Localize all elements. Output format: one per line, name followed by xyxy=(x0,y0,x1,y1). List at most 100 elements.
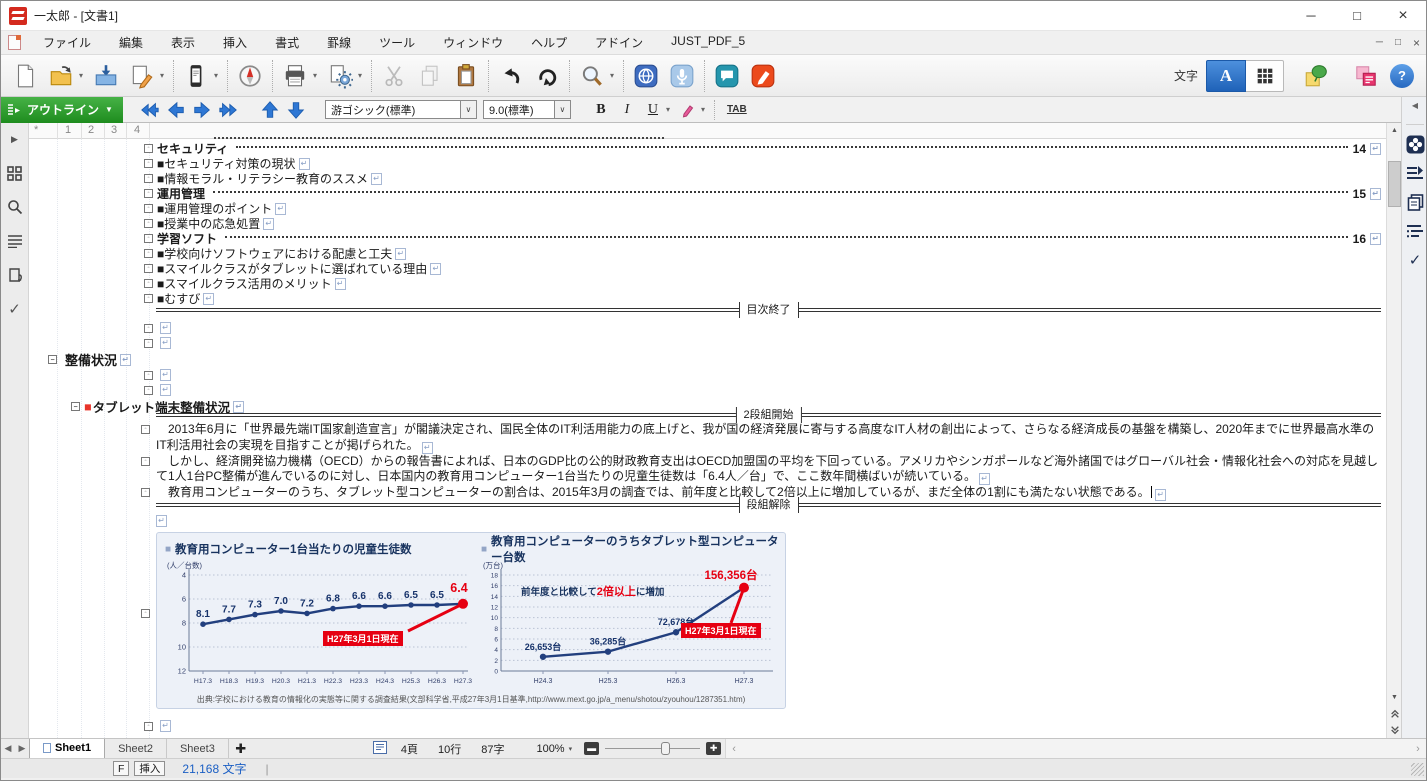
char-style-button[interactable]: A xyxy=(1206,60,1246,92)
toc-item[interactable]: ■学校向けソフトウェアにおける配慮と工夫 xyxy=(144,246,1381,261)
empty-paragraph[interactable] xyxy=(156,514,167,528)
menu-item-5[interactable]: 罫線 xyxy=(313,31,365,54)
zoom-level[interactable]: 100% xyxy=(536,743,564,755)
empty-paragraph[interactable] xyxy=(144,321,171,335)
viewer-dropdown-icon[interactable] xyxy=(214,58,223,94)
scroll-up-button[interactable]: ▲ xyxy=(1387,123,1402,138)
layout-parts-button[interactable] xyxy=(1348,58,1384,94)
outline-collapse-icon[interactable] xyxy=(144,324,153,333)
sheet-next-icon[interactable]: ▶ xyxy=(15,743,29,754)
balloon-note-button[interactable] xyxy=(1298,58,1334,94)
menu-item-10[interactable]: JUST_PDF_5 xyxy=(657,31,759,54)
page-down-button[interactable] xyxy=(1387,722,1402,737)
outline-collapse-icon[interactable] xyxy=(144,249,153,258)
heading-level1[interactable]: 整備状況 xyxy=(48,350,131,369)
empty-paragraph[interactable] xyxy=(144,719,171,733)
doc-minimize-button[interactable]: ─ xyxy=(1376,37,1383,48)
move-last-button[interactable] xyxy=(215,99,241,121)
menu-item-7[interactable]: ウィンドウ xyxy=(429,31,517,54)
levels-panel-icon[interactable] xyxy=(1405,221,1425,241)
sidebar-play-icon[interactable]: ▶ xyxy=(5,129,25,149)
body-paragraph[interactable]: しかし、経済開発協力機構（OECD）からの報告書によれば、日本のGDP比の公的財… xyxy=(141,454,1383,486)
menu-item-8[interactable]: ヘルプ xyxy=(517,31,581,54)
toc-item[interactable]: ■スマイルクラスがタブレットに選ばれている理由 xyxy=(144,261,1381,276)
maximize-button[interactable]: □ xyxy=(1334,1,1380,30)
move-prev-button[interactable] xyxy=(163,99,189,121)
outline-collapse-icon[interactable] xyxy=(144,264,153,273)
scrollbar-thumb[interactable] xyxy=(1388,161,1401,207)
document-canvas[interactable]: * 1234 セキュリティ14■セキュリティ対策の現状■情報モラル・リテラシー教… xyxy=(29,123,1386,738)
sidebar-search-icon[interactable] xyxy=(5,197,25,217)
view-mode-button[interactable]: アウトライン ▼ xyxy=(1,97,123,123)
sheet-tab-Sheet1[interactable]: Sheet1 xyxy=(29,739,105,759)
paste-button[interactable] xyxy=(448,58,484,94)
outline-collapse-icon[interactable] xyxy=(144,234,153,243)
brand-clover-icon[interactable] xyxy=(1405,134,1425,154)
empty-paragraph[interactable] xyxy=(144,368,171,382)
font-family-select[interactable]: 游ゴシック(標準) ∨ xyxy=(325,100,477,119)
save-as-button[interactable] xyxy=(124,58,160,94)
format-pen-button[interactable] xyxy=(675,99,701,121)
menu-item-6[interactable]: ツール xyxy=(365,31,429,54)
outline-collapse-icon[interactable] xyxy=(144,339,153,348)
menu-item-9[interactable]: アドイン xyxy=(581,31,657,54)
sidebar-check-icon[interactable]: ✓ xyxy=(5,299,25,319)
level-down-button[interactable] xyxy=(283,99,309,121)
tab-mark-button[interactable]: TAB xyxy=(727,104,747,115)
horizontal-scrollbar[interactable]: ‹ › xyxy=(725,739,1426,759)
page-up-button[interactable] xyxy=(1387,706,1402,721)
print-settings-button[interactable] xyxy=(322,58,358,94)
outline-expand-icon[interactable] xyxy=(71,402,80,411)
pages-panel-icon[interactable] xyxy=(1405,192,1425,212)
sidebar-list-icon[interactable] xyxy=(5,231,25,251)
panel-collapse-icon[interactable]: ◀ xyxy=(1412,101,1418,115)
viewer-button[interactable] xyxy=(178,58,214,94)
redo-button[interactable] xyxy=(529,58,565,94)
comment-tool-button[interactable] xyxy=(709,58,745,94)
vertical-scrollbar[interactable]: ▲ ▼ xyxy=(1386,123,1401,738)
bold-button[interactable]: B xyxy=(588,99,614,121)
empty-paragraph[interactable] xyxy=(144,383,171,397)
close-button[interactable]: × xyxy=(1380,1,1426,30)
outline-collapse-icon[interactable] xyxy=(144,294,153,303)
menu-item-2[interactable]: 表示 xyxy=(157,31,209,54)
add-sheet-button[interactable]: ✚ xyxy=(229,741,253,757)
check-panel-icon[interactable]: ✓ xyxy=(1405,250,1425,270)
page-layout-icon[interactable] xyxy=(373,741,391,757)
chart-object[interactable]: ■教育用コンピューター1台当たりの児童生徒数 (人／台数)4681012H17.… xyxy=(156,532,786,709)
menu-item-0[interactable]: ファイル xyxy=(29,31,105,54)
move-next-button[interactable] xyxy=(189,99,215,121)
doc-close-button[interactable]: × xyxy=(1413,36,1420,50)
zoom-out-button[interactable]: ▬ xyxy=(584,742,599,755)
outline-collapse-icon[interactable] xyxy=(141,457,150,466)
outline-collapse-icon[interactable] xyxy=(141,609,150,618)
outline-panel-icon[interactable] xyxy=(1405,163,1425,183)
undo-button[interactable] xyxy=(493,58,529,94)
minimize-button[interactable]: ─ xyxy=(1288,1,1334,30)
zoom-in-button[interactable]: ✚ xyxy=(706,742,721,755)
toc-item[interactable]: セキュリティ14 xyxy=(144,141,1381,156)
save-as-dropdown-icon[interactable] xyxy=(160,58,169,94)
open-dropdown-icon[interactable] xyxy=(79,58,88,94)
outline-collapse-icon[interactable] xyxy=(141,488,150,497)
empty-paragraph[interactable] xyxy=(144,336,171,350)
f-key-indicator[interactable]: F xyxy=(113,761,129,776)
outline-collapse-icon[interactable] xyxy=(144,159,153,168)
outline-collapse-icon[interactable] xyxy=(144,174,153,183)
toc-item[interactable]: ■セキュリティ対策の現状 xyxy=(144,156,1381,171)
outline-collapse-icon[interactable] xyxy=(144,722,153,731)
outline-collapse-icon[interactable] xyxy=(144,371,153,380)
menu-item-3[interactable]: 挿入 xyxy=(209,31,261,54)
outline-collapse-icon[interactable] xyxy=(144,219,153,228)
help-button[interactable]: ? xyxy=(1390,64,1414,88)
hscroll-left-icon[interactable]: ‹ xyxy=(726,743,742,755)
menu-item-1[interactable]: 編集 xyxy=(105,31,157,54)
scroll-down-button[interactable]: ▼ xyxy=(1387,690,1402,705)
sheet-tab-Sheet2[interactable]: Sheet2 xyxy=(105,739,167,759)
table-button[interactable] xyxy=(1246,60,1284,92)
translate-service-button[interactable] xyxy=(628,58,664,94)
outline-collapse-icon[interactable] xyxy=(141,425,150,434)
font-size-select[interactable]: 9.0(標準) ∨ xyxy=(483,100,571,119)
toc-item[interactable]: ■情報モラル・リテラシー教育のススメ xyxy=(144,171,1381,186)
italic-button[interactable]: I xyxy=(614,99,640,121)
